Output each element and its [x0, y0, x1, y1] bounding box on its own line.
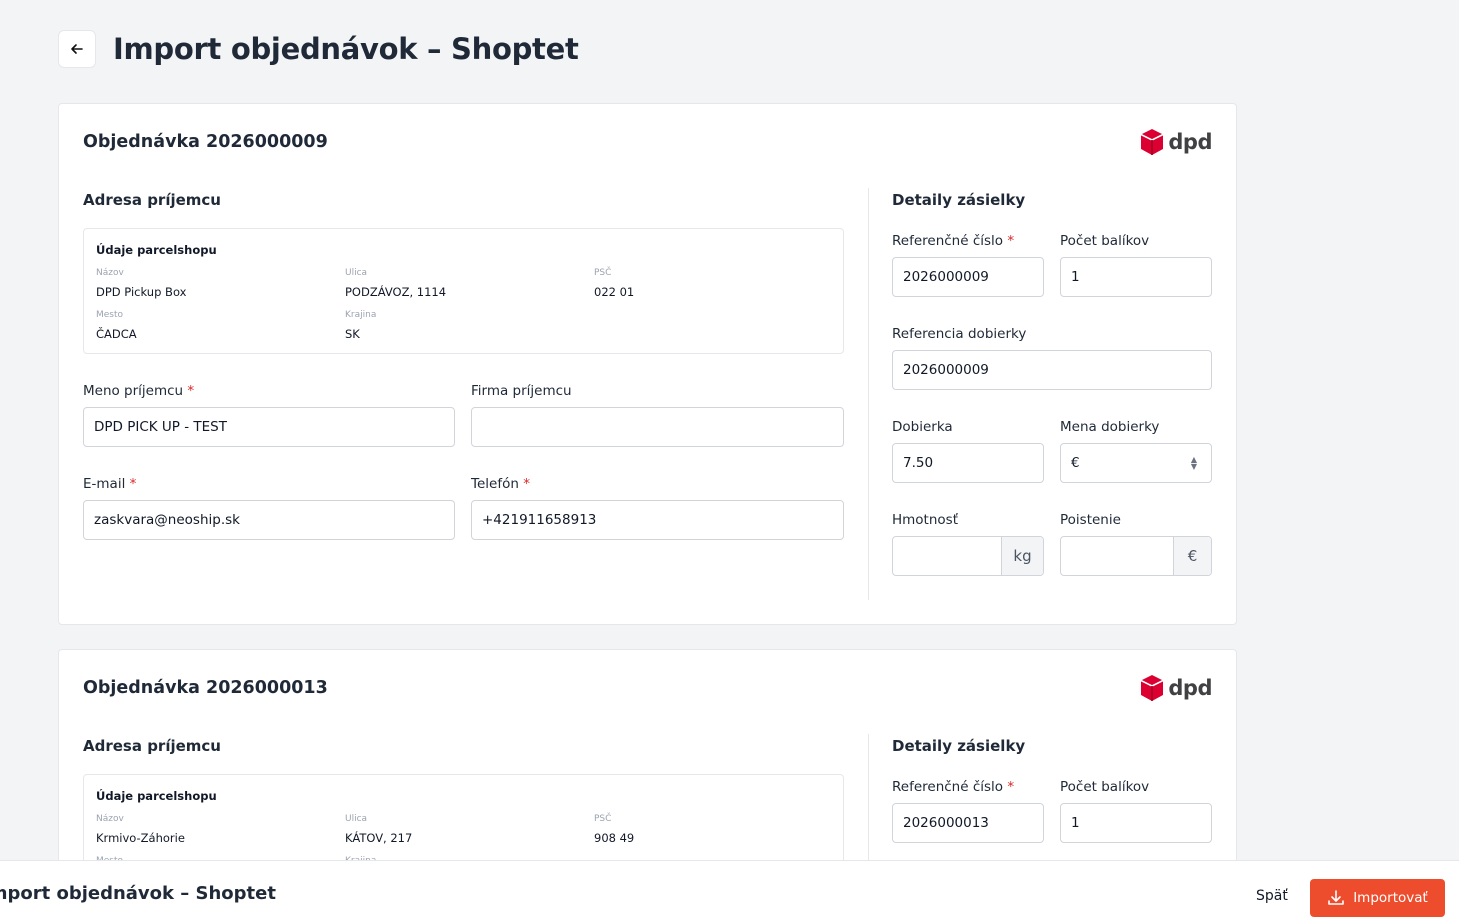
parcelshop-city-label: Mesto — [96, 310, 124, 320]
order-card: Objednávka 2026000009 dpd Adresa príjemc… — [58, 103, 1237, 625]
details-section-title: Detaily zásielky — [892, 737, 1026, 755]
company-input[interactable] — [471, 407, 844, 447]
reference-label: Referenčné číslo * — [892, 233, 1015, 249]
packages-input[interactable]: 1 — [1060, 257, 1212, 297]
parcelshop-zip-label: PSČ — [594, 268, 612, 278]
dpd-wordmark: dpd — [1168, 676, 1212, 700]
parcelshop-name: Krmivo-Záhorie — [96, 831, 185, 845]
phone-input[interactable]: +421911658913 — [471, 500, 844, 540]
parcelshop-heading: Údaje parcelshopu — [96, 789, 217, 803]
parcelshop-street: PODZÁVOZ, 1114 — [345, 285, 447, 299]
parcelshop-name: DPD Pickup Box — [96, 285, 187, 299]
weight-input[interactable] — [893, 537, 1001, 575]
email-label: E-mail * — [83, 476, 137, 492]
parcelshop-zip: 908 49 — [594, 831, 635, 845]
dpd-logo: dpd — [1140, 128, 1212, 156]
select-arrows-icon: ▲ ▼ — [1190, 455, 1197, 471]
back-link[interactable]: Späť — [1256, 888, 1288, 904]
cod-reference-label: Referencia dobierky — [892, 326, 1027, 342]
packages-label: Počet balíkov — [1060, 233, 1150, 249]
page-header: Import objednávok – Shoptet — [58, 30, 579, 68]
weight-label: Hmotnosť — [892, 512, 958, 528]
packages-input[interactable]: 1 — [1060, 803, 1212, 843]
parcelshop-name-label: Názov — [96, 268, 124, 278]
cod-input[interactable]: 7.50 — [892, 443, 1044, 483]
reference-input[interactable]: 2026000009 — [892, 257, 1044, 297]
insurance-input[interactable] — [1061, 537, 1173, 575]
sticky-footer: Import objednávok – Shoptet Späť Importo… — [0, 860, 1459, 920]
reference-label: Referenčné číslo * — [892, 779, 1015, 795]
parcelshop-name-label: Názov — [96, 814, 124, 824]
email-input[interactable]: zaskvara@neoship.sk — [83, 500, 455, 540]
weight-unit: kg — [1001, 537, 1043, 575]
dpd-logo: dpd — [1140, 674, 1212, 702]
company-label: Firma príjemcu — [471, 383, 572, 399]
insurance-unit: € — [1173, 537, 1211, 575]
import-button-label: Importovať — [1353, 890, 1428, 906]
download-icon — [1328, 890, 1344, 905]
parcelshop-country-label: Krajina — [345, 310, 377, 320]
packages-label: Počet balíkov — [1060, 779, 1150, 795]
parcelshop-heading: Údaje parcelshopu — [96, 243, 217, 257]
parcelshop-zip: 022 01 — [594, 285, 635, 299]
dpd-cube-icon — [1141, 129, 1164, 155]
recipient-name-input[interactable]: DPD PICK UP - TEST — [83, 407, 455, 447]
recipient-section-title: Adresa príjemcu — [83, 191, 221, 209]
currency-selected-value: € — [1071, 455, 1080, 471]
insurance-input-group: € — [1060, 536, 1212, 576]
arrow-left-icon — [71, 44, 83, 54]
parcelshop-street: KÁTOV, 217 — [345, 831, 413, 845]
order-title: Objednávka 2026000013 — [83, 678, 328, 698]
dpd-cube-icon — [1141, 675, 1164, 701]
dpd-wordmark: dpd — [1168, 130, 1212, 154]
column-divider — [868, 188, 869, 600]
parcelshop-country: SK — [345, 327, 360, 341]
insurance-label: Poistenie — [1060, 512, 1121, 528]
parcelshop-zip-label: PSČ — [594, 814, 612, 824]
back-button[interactable] — [58, 30, 96, 68]
phone-label: Telefón * — [471, 476, 530, 492]
page-title: Import objednávok – Shoptet — [113, 32, 579, 66]
parcelshop-street-label: Ulica — [345, 814, 368, 824]
parcelshop-box: Údaje parcelshopu Názov DPD Pickup Box U… — [83, 228, 844, 354]
footer-title: Import objednávok – Shoptet — [0, 883, 276, 904]
parcelshop-city: ČADCA — [96, 327, 137, 341]
weight-input-group: kg — [892, 536, 1044, 576]
cod-label: Dobierka — [892, 419, 953, 435]
order-title: Objednávka 2026000009 — [83, 132, 328, 152]
recipient-name-label: Meno príjemcu * — [83, 383, 195, 399]
reference-input[interactable]: 2026000013 — [892, 803, 1044, 843]
details-section-title: Detaily zásielky — [892, 191, 1026, 209]
currency-select[interactable]: € ▲ ▼ — [1060, 443, 1212, 483]
recipient-section-title: Adresa príjemcu — [83, 737, 221, 755]
import-button[interactable]: Importovať — [1310, 879, 1445, 917]
currency-label: Mena dobierky — [1060, 419, 1160, 435]
parcelshop-street-label: Ulica — [345, 268, 368, 278]
cod-reference-input[interactable]: 2026000009 — [892, 350, 1212, 390]
